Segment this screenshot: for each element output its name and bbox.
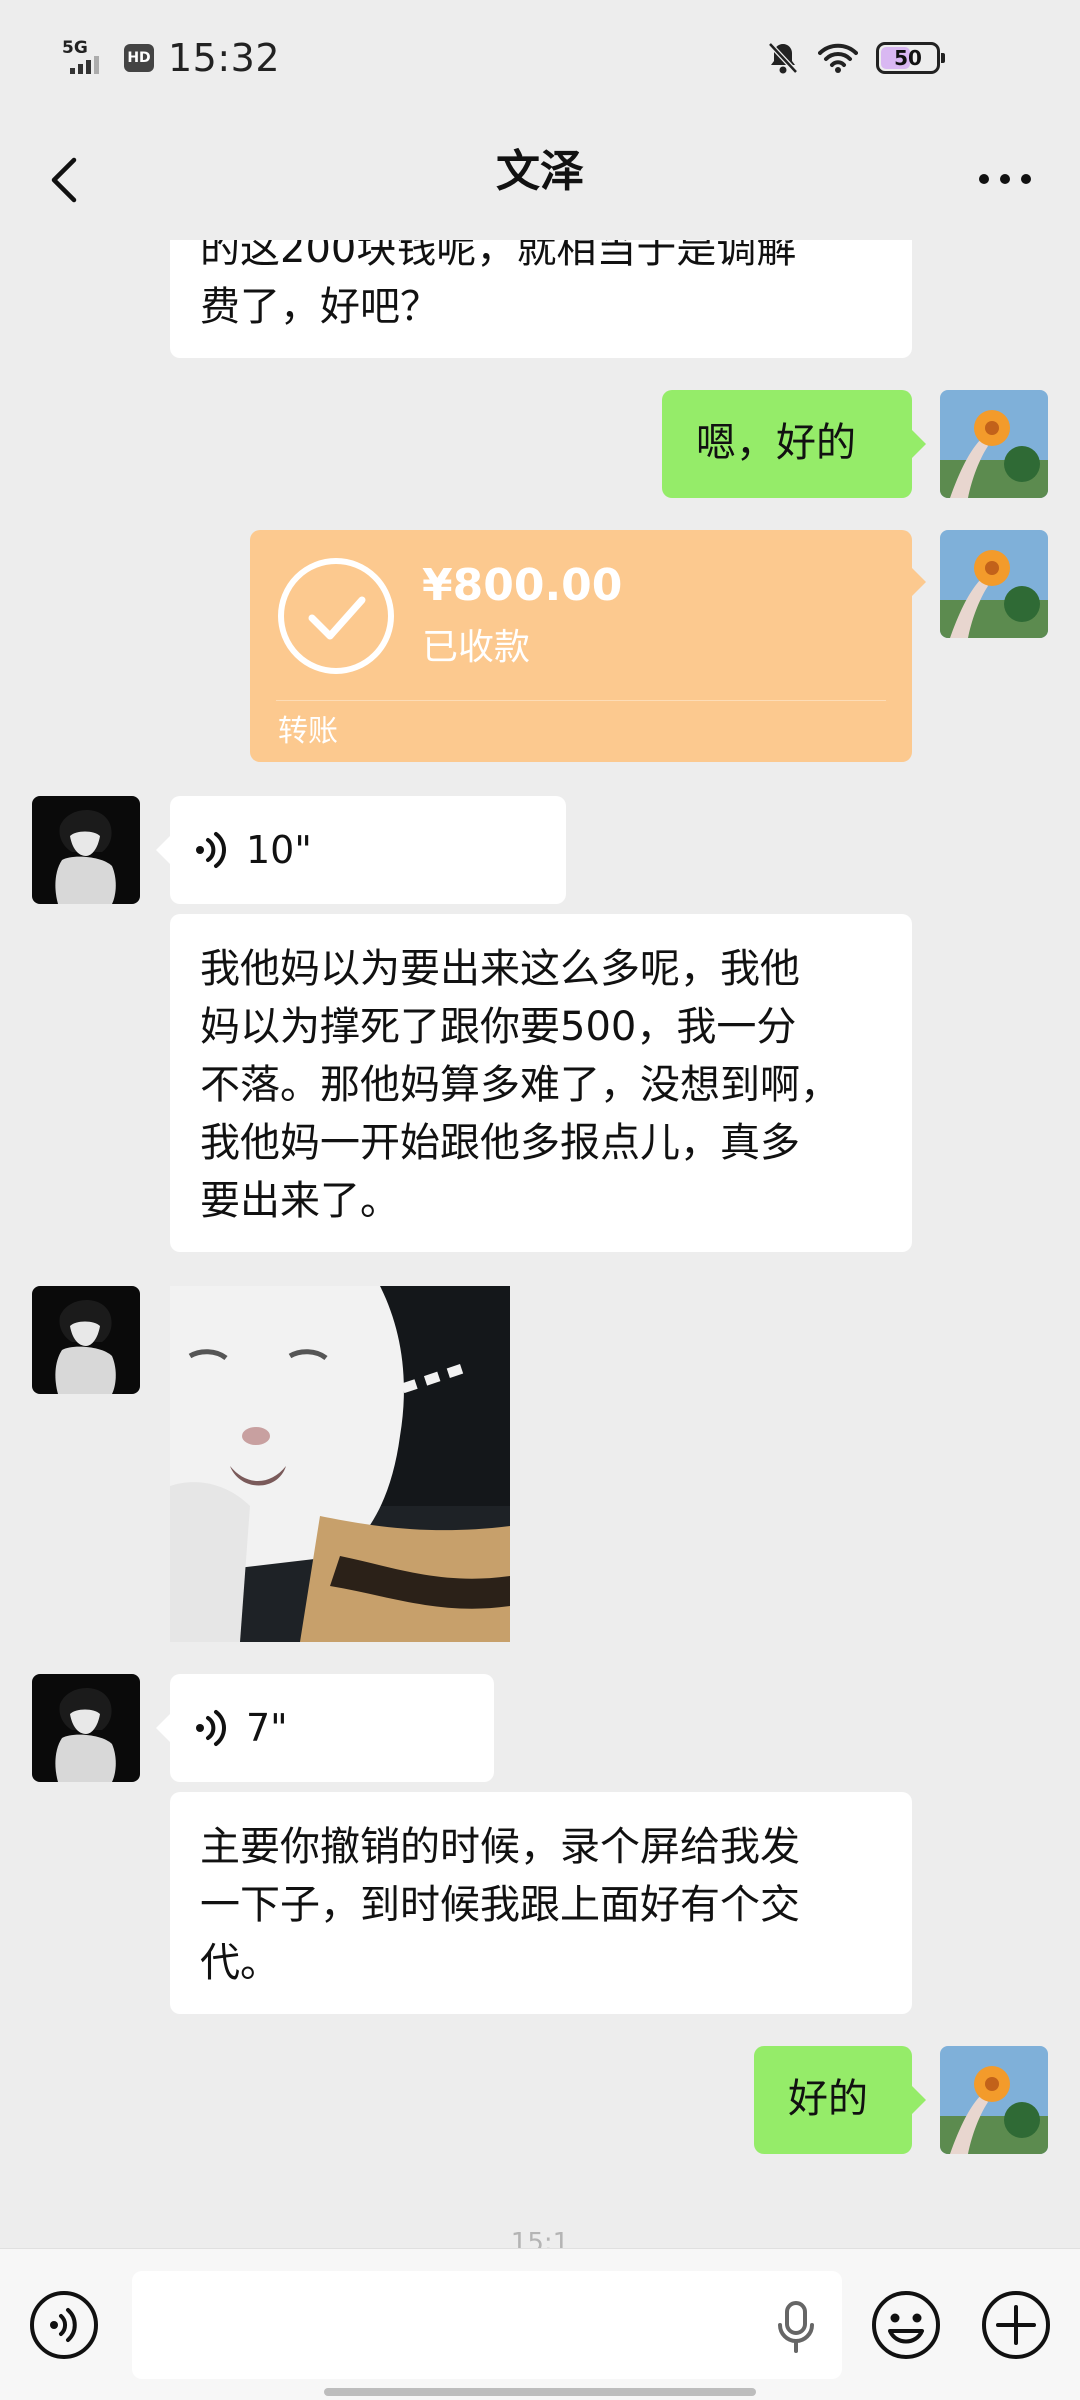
voice-message[interactable]: 7": [170, 1674, 494, 1782]
status-right: 50: [766, 40, 945, 76]
my-avatar[interactable]: [940, 530, 1048, 638]
message-input-field[interactable]: [132, 2271, 842, 2379]
message-text-line: 费了，好吧？: [200, 284, 440, 330]
transfer-card[interactable]: ¥800.00 已收款 转账: [250, 530, 912, 762]
message-list[interactable]: 的这200块钱呢，就相当于是调解 费了，好吧？ 嗯，好的 ¥800.00 已收款…: [0, 238, 1080, 2248]
message-text-line: 的这200块钱呢，就相当于是调解: [200, 238, 797, 272]
image-message[interactable]: [170, 1286, 510, 1642]
bubble-tail: [156, 1714, 170, 1742]
battery-icon: 50: [876, 42, 945, 74]
chat-title: 文泽: [496, 146, 584, 197]
message-text-line: 一下子，到时候我跟上面好有个交: [200, 1882, 800, 1928]
message-timestamp: 15:1: [510, 2228, 570, 2248]
my-avatar[interactable]: [940, 390, 1048, 498]
status-bar: 5G HD 15:32 50: [0, 0, 1080, 120]
network-type: 5G: [62, 38, 88, 58]
plus-icon[interactable]: [980, 2289, 1052, 2361]
transfer-label: 转账: [278, 714, 338, 749]
voice-wave-icon: [196, 832, 226, 868]
home-indicator[interactable]: [324, 2388, 756, 2396]
contact-avatar[interactable]: [32, 1674, 140, 1782]
contact-avatar[interactable]: [32, 796, 140, 904]
voice-wave-icon: [196, 1710, 226, 1746]
message-text-line: 代。: [200, 1940, 280, 1986]
message-bubble-sent[interactable]: 嗯，好的: [662, 390, 912, 498]
wifi-icon: [818, 43, 858, 73]
message-bubble-received[interactable]: 的这200块钱呢，就相当于是调解 费了，好吧？: [170, 238, 912, 358]
voice-duration: 10": [246, 828, 312, 872]
my-avatar[interactable]: [940, 2046, 1048, 2154]
battery-level: 50: [894, 46, 922, 70]
more-dots-icon[interactable]: [970, 154, 1040, 204]
message-input[interactable]: [132, 2271, 732, 2379]
input-bar: [0, 2248, 1080, 2400]
bubble-tail: [156, 836, 170, 864]
bubble-tail: [912, 2086, 926, 2114]
chat-header: 文泽: [0, 120, 1080, 240]
transfer-status: 已收款: [422, 627, 531, 668]
message-text-line: 主要你撤销的时候，录个屏给我发: [200, 1824, 800, 1870]
hd-badge: HD: [124, 44, 154, 72]
bubble-tail: [912, 568, 926, 596]
voice-mode-icon[interactable]: [28, 2289, 100, 2361]
message-bubble-received[interactable]: 主要你撤销的时候，录个屏给我发 一下子，到时候我跟上面好有个交 代。: [170, 1792, 912, 2014]
message-text-line: 妈以为撑死了跟你要500，我一分: [200, 1004, 797, 1050]
emoji-icon[interactable]: [870, 2289, 942, 2361]
message-bubble-received[interactable]: 我他妈以为要出来这么多呢，我他 妈以为撑死了跟你要500，我一分 不落。那他妈算…: [170, 914, 912, 1252]
bubble-tail: [912, 430, 926, 458]
voice-message[interactable]: 10": [170, 796, 566, 904]
signal-icon: 5G: [62, 38, 110, 78]
message-text-line: 不落。那他妈算多难了，没想到啊，: [200, 1062, 840, 1108]
status-left: 5G HD 15:32: [62, 36, 280, 80]
message-text: 好的: [788, 2076, 868, 2122]
chat-screen: 5G HD 15:32 50 文泽 的这200块钱呢，就相当于是调解 费了，好吧…: [0, 0, 1080, 2400]
mic-icon[interactable]: [772, 2299, 820, 2353]
message-text-line: 要出来了。: [200, 1178, 400, 1224]
message-text-line: 我他妈一开始跟他多报点儿，真多: [200, 1120, 800, 1166]
message-bubble-sent[interactable]: 好的: [754, 2046, 912, 2154]
message-text: 嗯，好的: [696, 420, 856, 466]
message-text-line: 我他妈以为要出来这么多呢，我他: [200, 946, 800, 992]
voice-duration: 7": [246, 1706, 288, 1750]
mute-icon: [768, 42, 798, 74]
check-circle-icon: [278, 558, 394, 674]
contact-avatar[interactable]: [32, 1286, 140, 1394]
transfer-amount: ¥800.00: [422, 560, 623, 611]
status-time: 15:32: [168, 36, 281, 80]
transfer-divider: [276, 700, 886, 701]
